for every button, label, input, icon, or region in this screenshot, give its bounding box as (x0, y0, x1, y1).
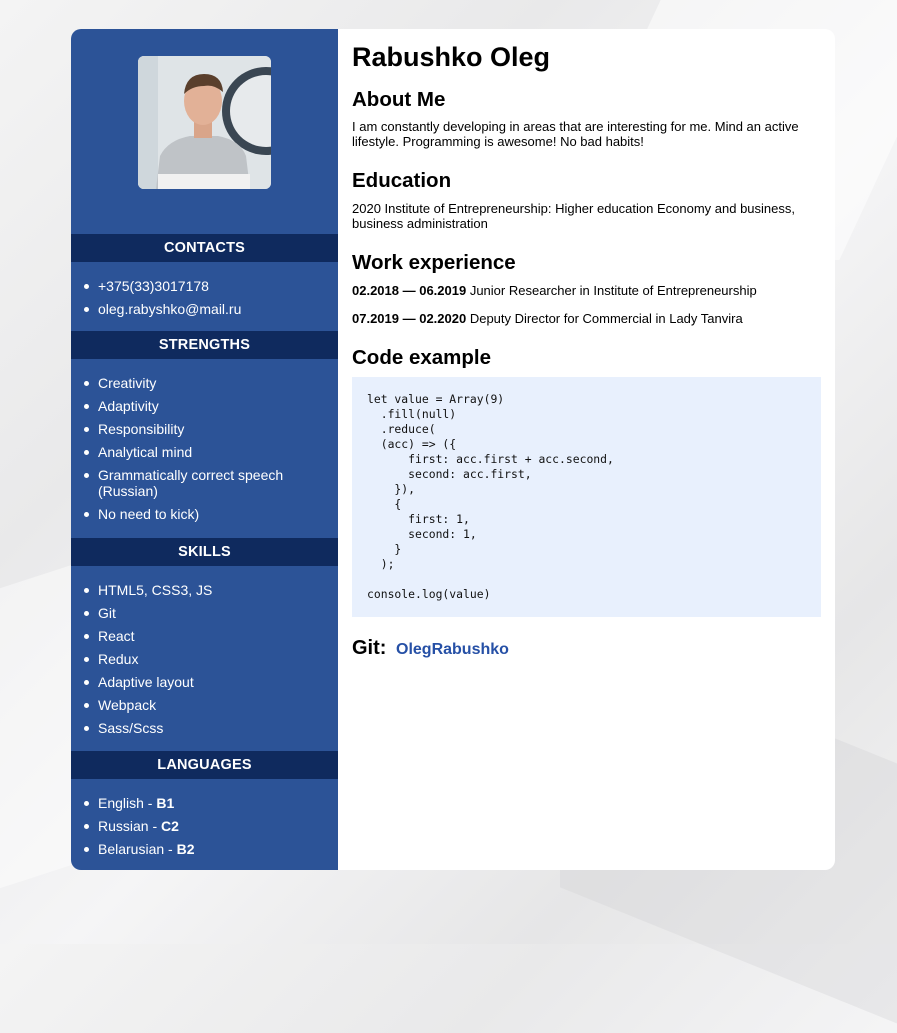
about-text: I am constantly developing in areas that… (352, 119, 799, 149)
language-name: English - (98, 795, 157, 811)
contact-phone[interactable]: +375(33)3017178 (84, 278, 338, 294)
language-level: B1 (156, 795, 175, 811)
about-heading: About Me (352, 88, 446, 111)
contacts-heading: CONTACTS (71, 234, 338, 262)
language-level: B2 (176, 841, 195, 857)
language-name: Belarusian - (98, 841, 177, 857)
resume-card: CONTACTS +375(33)3017178 oleg.rabyshko@m… (71, 29, 835, 870)
strengths-list: Creativity Adaptivity Responsibility Ana… (71, 375, 311, 529)
skills-list: HTML5, CSS3, JS Git React Redux Adaptive… (71, 582, 338, 743)
languages-list: English - B1 Russian - C2 Belarusian - B… (71, 795, 338, 864)
language-item: English - B1 (84, 795, 338, 811)
strength-item: Analytical mind (84, 444, 311, 460)
work-period: 02.2018 — 06.2019 (352, 283, 467, 298)
strength-item: Responsibility (84, 421, 311, 437)
skill-item: Git (84, 605, 338, 621)
code-block: let value = Array(9) .fill(null) .reduce… (352, 377, 821, 617)
sidebar: CONTACTS +375(33)3017178 oleg.rabyshko@m… (71, 29, 338, 870)
strength-item: Creativity (84, 375, 311, 391)
strength-item: Adaptivity (84, 398, 311, 414)
strengths-heading: STRENGTHS (71, 331, 338, 359)
education-text: 2020 Institute of Entrepreneurship: High… (352, 201, 795, 231)
avatar-illustration (138, 56, 271, 189)
skill-item: Adaptive layout (84, 674, 338, 690)
contact-email[interactable]: oleg.rabyshko@mail.ru (84, 301, 338, 317)
skill-item: Webpack (84, 697, 338, 713)
strength-item: Grammatically correct speech (Russian) (84, 467, 311, 499)
page-title: Rabushko Oleg (352, 42, 551, 72)
language-item: Belarusian - B2 (84, 841, 338, 857)
work-item: 02.2018 — 06.2019 Junior Researcher in I… (352, 283, 757, 298)
skills-heading: SKILLS (71, 538, 338, 566)
git-line: Git: OlegRabushko (352, 637, 509, 660)
languages-heading: LANGUAGES (71, 751, 338, 779)
git-link[interactable]: OlegRabushko (396, 641, 509, 658)
profile-photo (138, 56, 271, 189)
work-item: 07.2019 — 02.2020 Deputy Director for Co… (352, 311, 743, 326)
skill-item: Sass/Scss (84, 720, 338, 736)
main-content: Rabushko Oleg About Me I am constantly d… (338, 29, 835, 870)
git-label: Git: (352, 637, 387, 659)
education-heading: Education (352, 169, 452, 192)
work-description: Junior Researcher in Institute of Entrep… (466, 283, 757, 298)
language-name: Russian - (98, 818, 162, 834)
work-heading: Work experience (352, 251, 516, 274)
contacts-list: +375(33)3017178 oleg.rabyshko@mail.ru (71, 278, 338, 324)
work-description: Deputy Director for Commercial in Lady T… (466, 311, 743, 326)
work-period: 07.2019 — 02.2020 (352, 311, 467, 326)
skill-item: Redux (84, 651, 338, 667)
strength-item: No need to kick) (84, 506, 311, 522)
language-item: Russian - C2 (84, 818, 338, 834)
skill-item: HTML5, CSS3, JS (84, 582, 338, 598)
language-level: C2 (161, 818, 179, 834)
skill-item: React (84, 628, 338, 644)
code-heading: Code example (352, 346, 491, 369)
